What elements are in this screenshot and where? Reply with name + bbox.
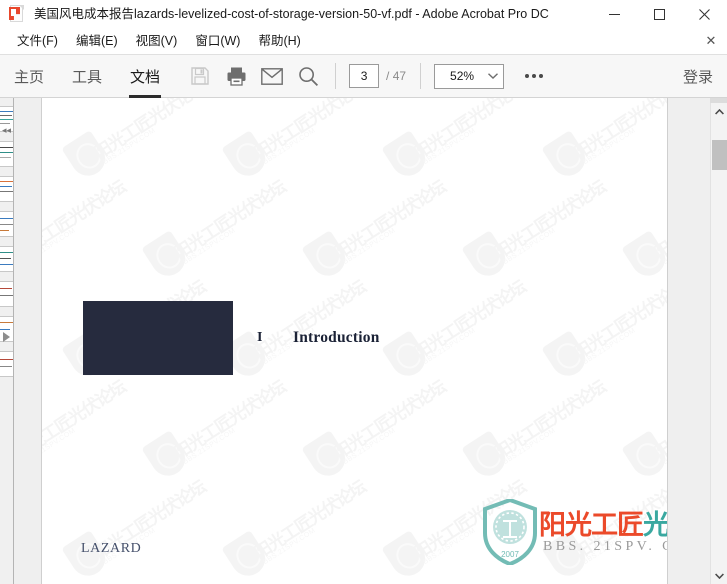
tile-watermark-text: 阳光工匠光伏论坛: [571, 277, 667, 363]
watermark-brand: 阳光工匠光伏论坛: [539, 503, 668, 542]
tile-watermark-text: 阳光工匠光伏论坛: [331, 177, 449, 263]
page-thumbnail[interactable]: [0, 141, 13, 167]
tile-watermark-text: 阳光工匠光伏论坛: [411, 277, 529, 363]
tile-watermark-text: 阳光工匠光伏论坛: [42, 177, 129, 263]
watermark-brand-teal: 光伏论坛: [643, 510, 668, 541]
page-canvas: 阳光工匠光伏论坛 BBS.21SPV.COM 阳光工匠光伏论坛 BBS.21SPV.…: [14, 98, 710, 584]
tile-watermark-text: 阳光工匠光伏论坛: [331, 377, 449, 463]
chevron-down-icon: [483, 73, 503, 79]
tile-watermark-sub: BBS.21SPV.COM: [582, 527, 637, 567]
page-number-input[interactable]: 3: [349, 64, 380, 88]
menu-view[interactable]: 视图(V): [127, 30, 187, 52]
page-thumbnail-strip[interactable]: [0, 106, 13, 386]
scroll-up-icon[interactable]: [711, 103, 727, 120]
tile-watermark-text: 阳光工匠光伏论坛: [491, 177, 609, 263]
tile-watermark-sub: BBS.21SPV.COM: [662, 227, 667, 267]
title-bar: 美国风电成本报告lazards-levelized-cost-of-storag…: [0, 0, 727, 28]
tile-watermark-sub: BBS.21SPV.COM: [422, 127, 477, 167]
window-controls: [592, 0, 727, 28]
tile-watermark-text: 阳光工匠光伏论坛: [171, 377, 289, 463]
print-icon[interactable]: [218, 58, 254, 94]
tile-watermark-sub: BBS.21SPV.COM: [182, 427, 237, 467]
email-icon[interactable]: [254, 58, 290, 94]
collapse-pane-icon[interactable]: ◂◂: [2, 126, 11, 135]
toolbar-separator-1: [335, 63, 337, 89]
page-footer-brand: LAZARD: [81, 541, 142, 556]
main-toolbar: 主页 工具 文档 3 / 47 52% 登录: [0, 54, 727, 98]
tile-watermark-sub: BBS.21SPV.COM: [582, 327, 637, 367]
more-tools-button[interactable]: [514, 59, 554, 93]
menu-help[interactable]: 帮助(H): [249, 30, 309, 52]
pdf-page: 阳光工匠光伏论坛 BBS.21SPV.COM 阳光工匠光伏论坛 BBS.21SPV.…: [41, 98, 668, 584]
tile-watermark-text: 阳光工匠光伏论坛: [42, 377, 129, 463]
tile-watermark-sub: BBS.21SPV.COM: [582, 127, 637, 167]
pdf-document-icon: [9, 5, 26, 23]
maximize-button[interactable]: [637, 0, 682, 28]
tile-watermark-text: 阳光工匠光伏论坛: [251, 477, 369, 563]
tile-watermark-text: 阳光工匠光伏论坛: [171, 177, 289, 263]
close-button[interactable]: [682, 0, 727, 28]
section-title: Introduction: [293, 329, 380, 346]
tile-watermark-sub: BBS.21SPV.COM: [42, 427, 77, 467]
tile-watermark-sub: BBS.21SPV.COM: [102, 127, 157, 167]
page-thumbnail[interactable]: [0, 246, 13, 272]
forum-watermark: 2007 阳光工匠光伏论坛 BBS. 21SPV. COM: [483, 499, 668, 569]
tile-watermark-text: 阳光工匠光伏论坛: [651, 377, 667, 463]
menu-edit[interactable]: 编辑(E): [67, 30, 127, 52]
tile-watermark-sub: BBS.21SPV.COM: [342, 227, 397, 267]
tile-watermark-text: 阳光工匠光伏论坛: [651, 177, 667, 263]
tile-watermark-text: 阳光工匠光伏论坛: [571, 98, 667, 163]
menu-bar: 文件(F) 编辑(E) 视图(V) 窗口(W) 帮助(H) ✕: [0, 28, 727, 54]
tab-tools[interactable]: 工具: [58, 55, 116, 98]
watermark-url: BBS. 21SPV. COM: [543, 539, 667, 554]
tab-home[interactable]: 主页: [0, 55, 58, 98]
watermark-brand-red: 阳光工匠: [539, 510, 644, 541]
menu-window[interactable]: 窗口(W): [186, 30, 249, 52]
vertical-scrollbar[interactable]: [710, 98, 727, 584]
shield-logo-icon: 2007: [483, 499, 537, 565]
tile-watermark-sub: BBS.21SPV.COM: [342, 427, 397, 467]
tab-document[interactable]: 文档: [116, 55, 174, 98]
scrollbar-thumb[interactable]: [712, 140, 727, 170]
tile-watermark-text: 阳光工匠光伏论坛: [411, 477, 529, 563]
tile-watermark-text: 阳光工匠光伏论坛: [411, 98, 529, 163]
acrobat-window: 美国风电成本报告lazards-levelized-cost-of-storag…: [0, 0, 727, 584]
menu-file[interactable]: 文件(F): [8, 30, 67, 52]
tile-watermark-sub: BBS.21SPV.COM: [262, 527, 317, 567]
window-title: 美国风电成本报告lazards-levelized-cost-of-storag…: [34, 7, 549, 21]
tile-watermark-sub: BBS.21SPV.COM: [502, 227, 557, 267]
navigation-pane[interactable]: ◂◂: [0, 98, 14, 584]
expand-pane-icon[interactable]: [3, 332, 10, 342]
save-icon[interactable]: [182, 58, 218, 94]
zoom-select[interactable]: 52%: [434, 63, 505, 89]
scroll-down-icon[interactable]: [711, 567, 727, 584]
badge-year: 2007: [501, 550, 519, 559]
page-thumbnail[interactable]: [0, 351, 13, 377]
page-total-label: / 47: [386, 69, 407, 83]
page-thumbnail[interactable]: [0, 211, 13, 237]
minimize-button[interactable]: [592, 0, 637, 28]
tile-watermark-sub: BBS.21SPV.COM: [662, 427, 667, 467]
tile-watermark-text: 阳光工匠光伏论坛: [251, 98, 369, 163]
tile-watermark-text: 阳光工匠光伏论坛: [91, 98, 209, 163]
tile-watermark-sub: BBS.21SPV.COM: [42, 227, 77, 267]
toolbar-separator-2: [420, 63, 422, 89]
tile-watermark-sub: BBS.21SPV.COM: [502, 427, 557, 467]
close-document-icon[interactable]: ✕: [703, 32, 719, 48]
sign-in-button[interactable]: 登录: [683, 55, 713, 98]
section-color-block: [83, 301, 233, 375]
tile-watermark-sub: BBS.21SPV.COM: [262, 127, 317, 167]
page-thumbnail[interactable]: [0, 281, 13, 307]
page-thumbnail[interactable]: [0, 176, 13, 202]
tile-watermark-sub: BBS.21SPV.COM: [422, 527, 477, 567]
tile-watermark-sub: BBS.21SPV.COM: [422, 327, 477, 367]
zoom-value: 52%: [450, 69, 475, 83]
tile-watermark-text: 阳光工匠光伏论坛: [571, 477, 667, 563]
tile-watermark-text: 阳光工匠光伏论坛: [251, 277, 369, 363]
tile-watermark-text: 阳光工匠光伏论坛: [491, 377, 609, 463]
section-number: I: [257, 330, 263, 345]
search-icon[interactable]: [290, 58, 326, 94]
document-viewer: ◂◂ 阳光工匠光伏论坛 BBS.21SPV.COM 阳光工匠光伏论坛 BBS.21S…: [0, 98, 727, 584]
tile-watermark-sub: BBS.21SPV.COM: [182, 227, 237, 267]
